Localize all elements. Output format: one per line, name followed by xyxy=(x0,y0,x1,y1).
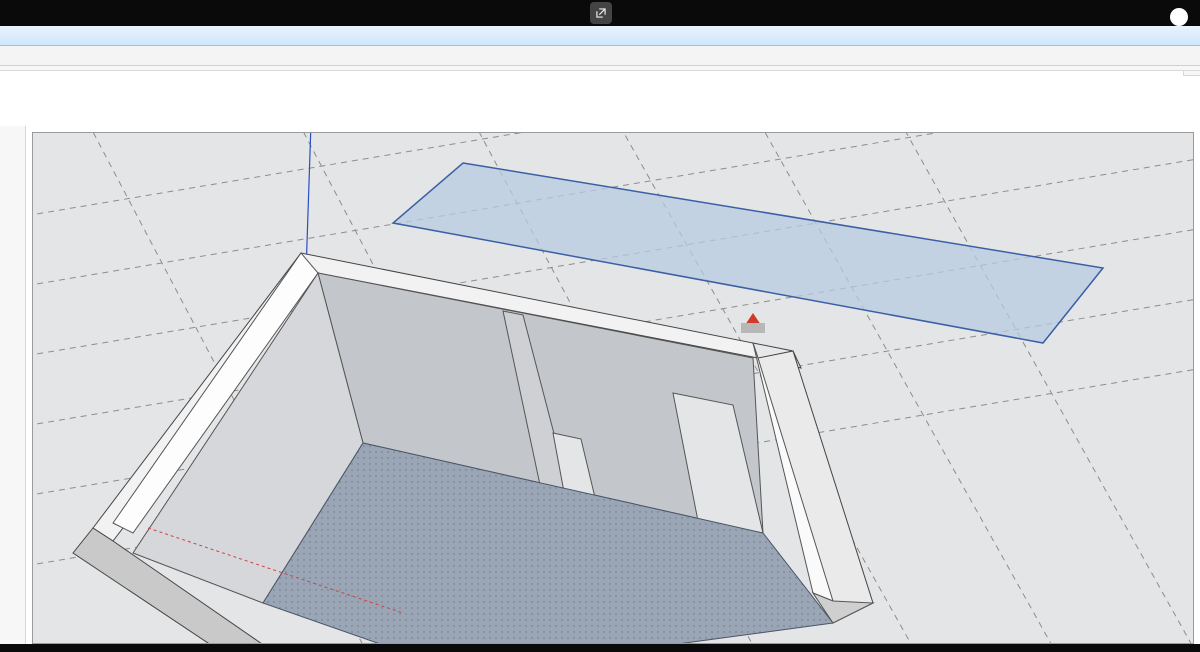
workspace xyxy=(0,126,1200,644)
side-toolbar-views xyxy=(0,126,26,644)
popout-icon[interactable] xyxy=(590,2,612,24)
toolbar-display-styles xyxy=(1183,71,1200,76)
video-frame xyxy=(0,0,1200,652)
3d-viewport[interactable] xyxy=(32,132,1194,644)
letterbox-bottom xyxy=(0,644,1200,652)
window-titlebar xyxy=(0,26,1200,46)
toolbar-row2-wrap xyxy=(0,71,1200,76)
app-window xyxy=(0,26,1200,644)
info-icon[interactable] xyxy=(1170,8,1188,26)
viewport-scene xyxy=(33,133,1193,643)
menubar xyxy=(0,46,1200,66)
